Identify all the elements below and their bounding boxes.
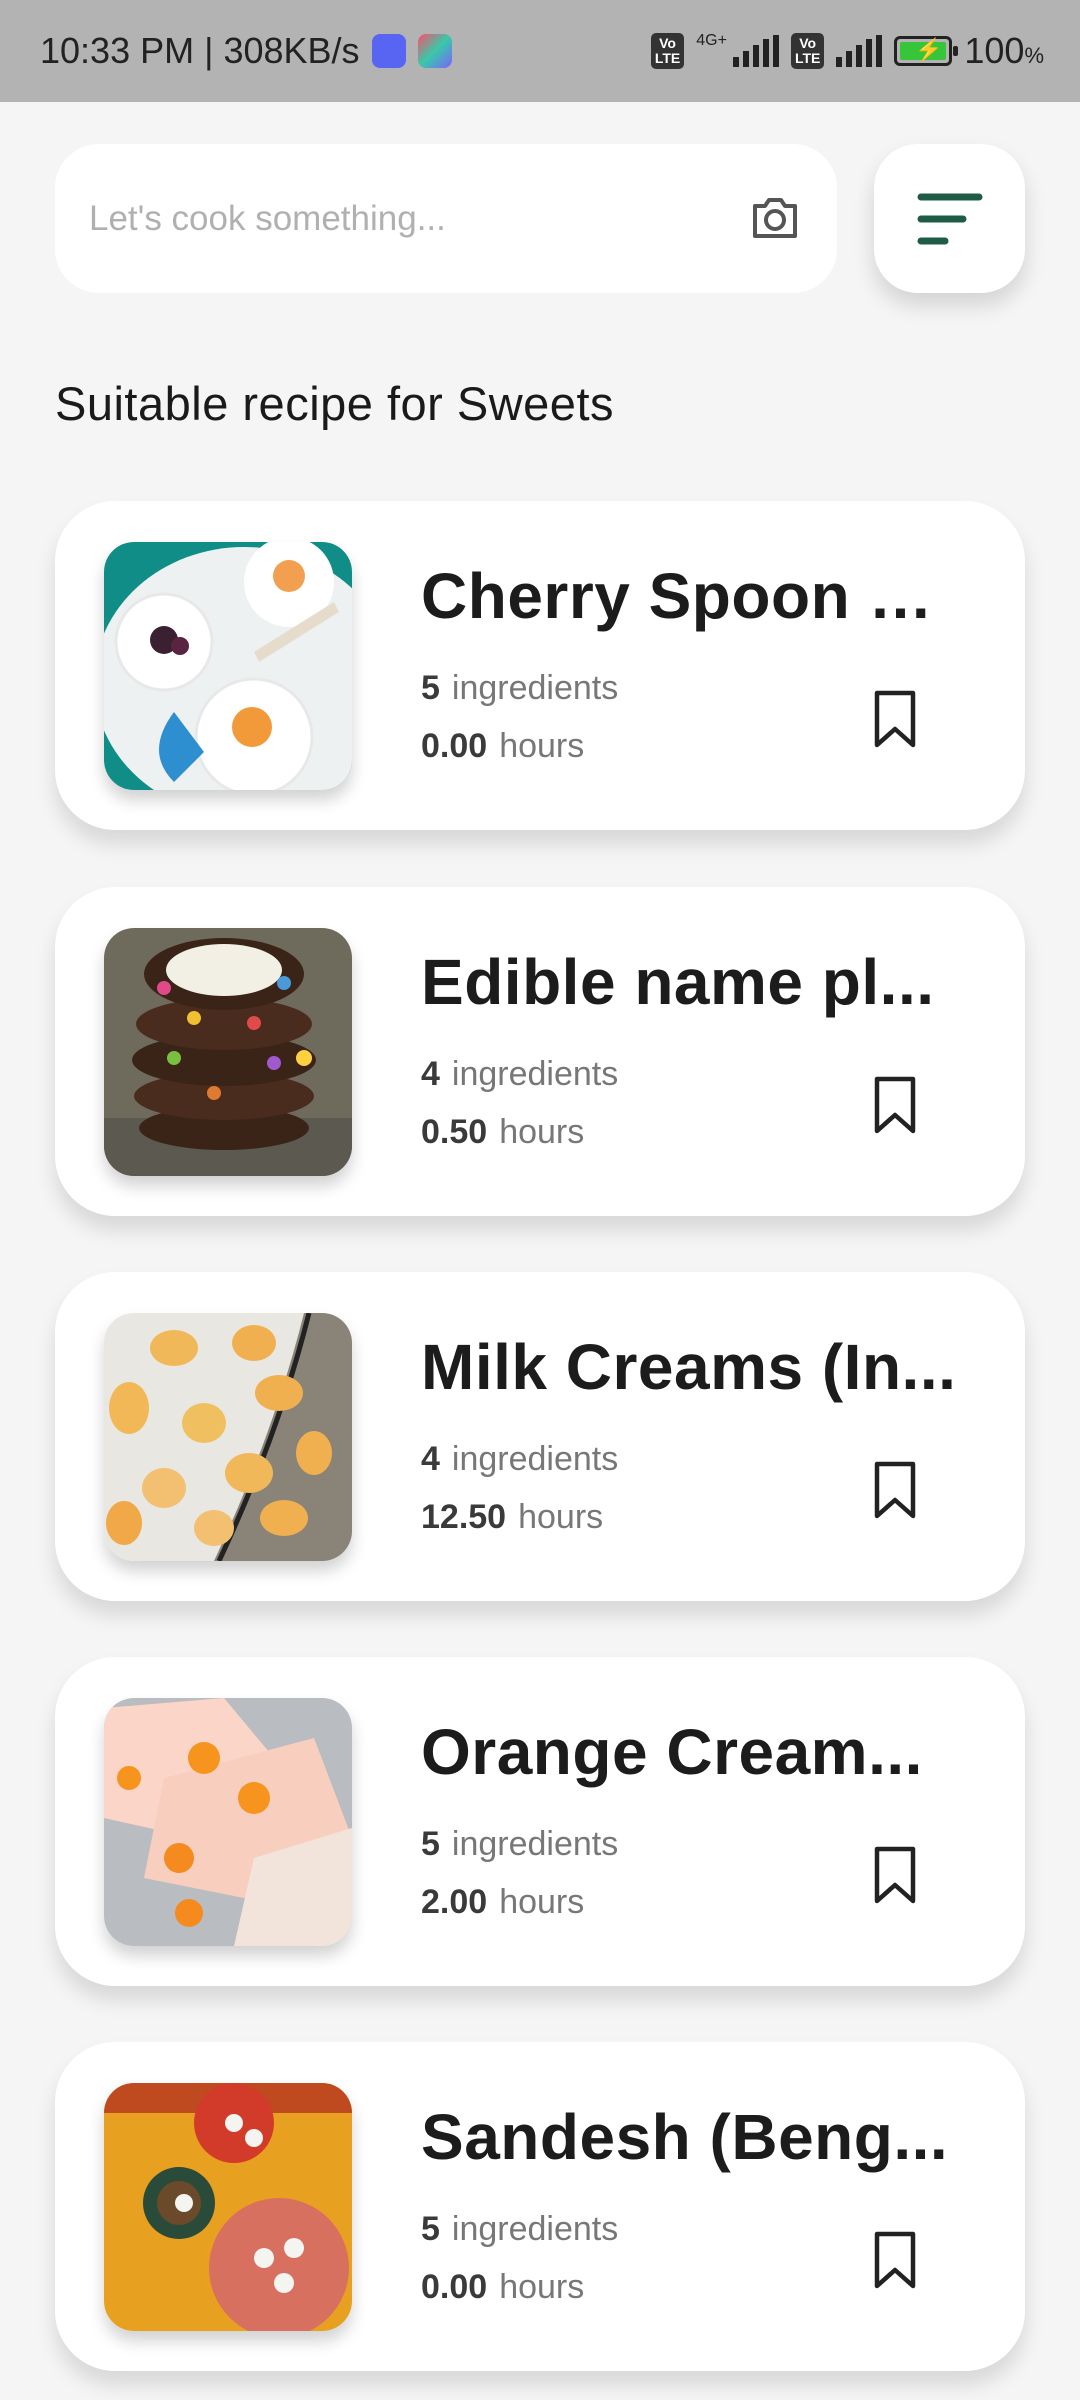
volte-icon-2: Vo LTE: [790, 33, 825, 69]
status-bar: 10:33 PM | 308KB/s Vo LTE 4G+ Vo LTE ⚡ 100…: [0, 0, 1080, 102]
recipe-ingredients: 5 ingredients: [421, 1825, 619, 1863]
battery-icon: ⚡: [894, 36, 959, 66]
discord-icon: [371, 34, 406, 68]
recipe-title: Edible name pl...: [421, 946, 935, 1018]
recipe-duration: 0.00 hours: [421, 727, 585, 765]
recipe-thumbnail: [104, 928, 352, 1176]
bookmark-icon[interactable]: [872, 1460, 918, 1520]
recipe-duration: 12.50 hours: [421, 1498, 604, 1536]
volte-icon: Vo LTE: [650, 33, 685, 69]
recipe-thumbnail: [104, 1698, 352, 1946]
recipe-ingredients: 5 ingredients: [421, 2210, 619, 2248]
filter-button[interactable]: [874, 144, 1025, 293]
recipe-thumbnail: [104, 542, 352, 790]
recipe-duration: 0.50 hours: [421, 1113, 585, 1151]
recipe-title: Cherry Spoon S...: [421, 560, 961, 632]
signal-icon: [732, 35, 779, 67]
recipe-thumbnail: [104, 2083, 352, 2331]
bookmark-icon[interactable]: [872, 689, 918, 749]
recipe-ingredients: 5 ingredients: [421, 669, 619, 707]
bookmark-icon[interactable]: [872, 1845, 918, 1905]
network-type: 4G+: [696, 32, 727, 49]
recipe-duration: 0.00 hours: [421, 2268, 585, 2306]
recipe-title: Sandesh (Beng...: [421, 2101, 949, 2173]
recipe-card[interactable]: Cherry Spoon S... 5 ingredients 0.00 hours: [55, 501, 1025, 830]
signal-icon-2: [836, 35, 883, 67]
section-title: Suitable recipe for Sweets: [55, 377, 615, 430]
recipe-card[interactable]: Sandesh (Beng... 5 ingredients 0.00 hours: [55, 2042, 1025, 2371]
bookmark-icon[interactable]: [872, 2230, 918, 2290]
battery-level: 100%: [964, 30, 1044, 71]
recipe-title: Orange Cream...: [421, 1716, 923, 1788]
recipe-card[interactable]: Milk Creams (In... 4 ingredients 12.50 hou…: [55, 1272, 1025, 1601]
status-time: 10:33 PM: [40, 30, 195, 71]
recipe-ingredients: 4 ingredients: [421, 1055, 619, 1093]
status-left: 10:33 PM | 308KB/s: [40, 0, 452, 102]
recipe-card[interactable]: Orange Cream... 5 ingredients 2.00 hours: [55, 1657, 1025, 1986]
status-speed: 308KB/s: [223, 30, 360, 71]
search-input[interactable]: Let's cook something...: [55, 144, 837, 293]
status-right: Vo LTE 4G+ Vo LTE ⚡ 100%: [650, 0, 1044, 102]
filter-icon: [917, 193, 983, 245]
bookmark-icon[interactable]: [872, 1075, 918, 1135]
recipe-title: Milk Creams (In...: [421, 1331, 957, 1403]
search-placeholder: Let's cook something...: [89, 199, 446, 238]
recipe-card[interactable]: Edible name pl... 4 ingredients 0.50 hours: [55, 887, 1025, 1216]
status-separator: |: [194, 30, 224, 71]
photos-icon: [417, 34, 452, 68]
recipe-thumbnail: [104, 1313, 352, 1561]
camera-icon[interactable]: [747, 190, 803, 246]
recipe-ingredients: 4 ingredients: [421, 1440, 619, 1478]
recipe-duration: 2.00 hours: [421, 1883, 585, 1921]
